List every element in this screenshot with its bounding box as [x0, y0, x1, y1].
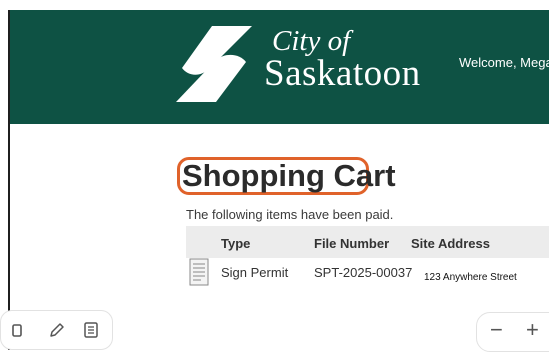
page-title: Shopping Cart	[182, 158, 396, 193]
document-icon	[189, 258, 209, 286]
window-left-edge	[8, 10, 10, 350]
logo-saskatoon-text: Saskatoon	[264, 53, 421, 94]
top-strip	[0, 0, 549, 10]
zoom-out-button[interactable]: −	[490, 318, 503, 342]
column-header-type: Type	[221, 236, 251, 251]
row-site-address: 123 Anywhere Street	[424, 272, 517, 283]
zoom-in-button[interactable]: +	[526, 318, 539, 342]
welcome-user-link[interactable]: Welcome, Mega	[459, 55, 549, 70]
trash-icon[interactable]	[8, 321, 26, 339]
paid-notice: The following items have been paid.	[186, 207, 394, 222]
column-header-site-address: Site Address	[411, 236, 490, 251]
logo-city-text: City of	[272, 25, 351, 57]
column-header-file-number: File Number	[314, 236, 390, 251]
row-file-number[interactable]: SPT-2025-00037	[314, 265, 412, 280]
pencil-icon[interactable]	[48, 321, 66, 339]
notes-icon[interactable]	[82, 321, 100, 339]
row-type: Sign Permit	[221, 265, 289, 280]
city-logo-icon	[176, 26, 252, 102]
